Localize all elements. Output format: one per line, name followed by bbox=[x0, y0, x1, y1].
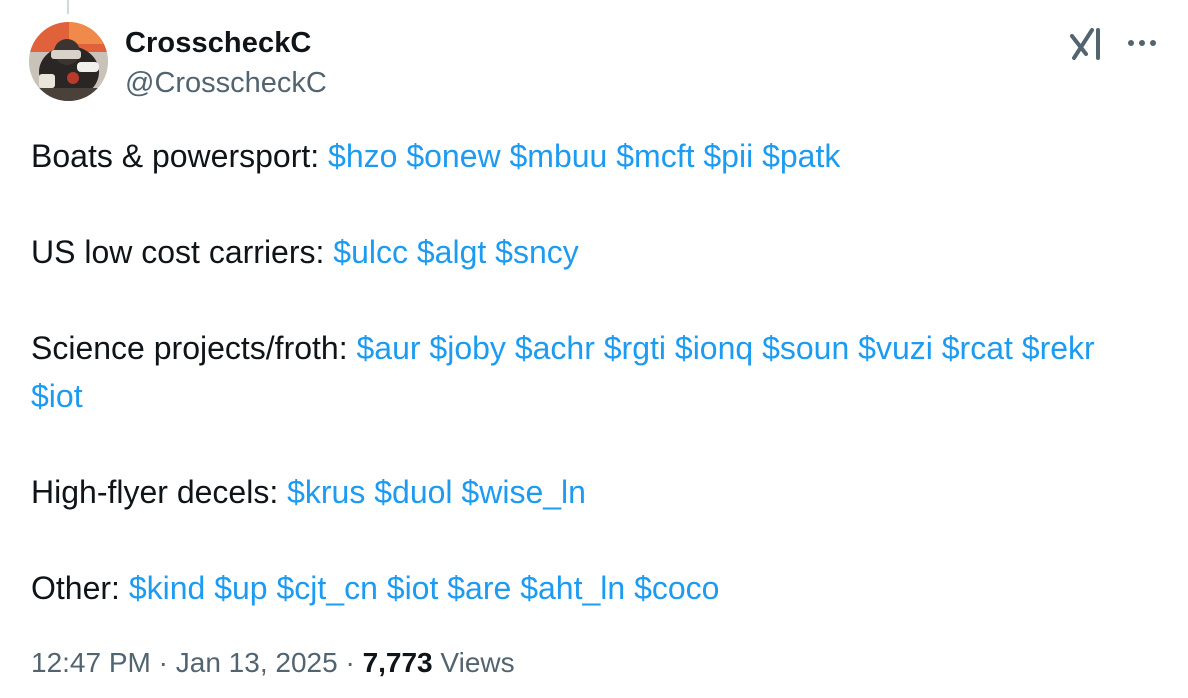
cashtag-link[interactable]: $rcat bbox=[942, 330, 1013, 366]
category-label: US low cost carriers: bbox=[31, 234, 325, 270]
cashtag-link[interactable]: $pii bbox=[703, 138, 753, 174]
cashtag-link[interactable]: $krus bbox=[287, 474, 365, 510]
more-options-icon[interactable] bbox=[1126, 30, 1158, 56]
cashtag-link[interactable]: $joby bbox=[429, 330, 506, 366]
cashtag-link[interactable]: $algt bbox=[417, 234, 486, 270]
cashtag-link[interactable]: $rekr bbox=[1022, 330, 1095, 366]
cashtag-link[interactable]: $hzo bbox=[328, 138, 397, 174]
tweet-time[interactable]: 12:47 PM bbox=[31, 647, 151, 678]
cashtag-link[interactable]: $aht_ln bbox=[520, 570, 625, 606]
cashtag-link[interactable]: $soun bbox=[762, 330, 849, 366]
cashtag-link[interactable]: $iot bbox=[31, 378, 83, 414]
views-count: 7,773 bbox=[362, 647, 433, 678]
cashtag-link[interactable]: $onew bbox=[406, 138, 500, 174]
cashtag-link[interactable]: $duol bbox=[374, 474, 452, 510]
avatar[interactable] bbox=[29, 22, 108, 101]
author-handle[interactable]: @CrosscheckC bbox=[125, 66, 327, 100]
cashtag-link[interactable]: $up bbox=[214, 570, 267, 606]
views-label: Views bbox=[440, 647, 515, 678]
cashtag-link[interactable]: $mbuu bbox=[510, 138, 608, 174]
grok-icon[interactable] bbox=[1068, 26, 1106, 62]
tweet-text: Boats & powersport: $hzo $onew $mbuu $mc… bbox=[31, 132, 1151, 612]
cashtag-link[interactable]: $rgti bbox=[604, 330, 666, 366]
author-display-name[interactable]: CrosscheckC bbox=[125, 26, 311, 60]
cashtag-link[interactable]: $aur bbox=[356, 330, 420, 366]
cashtag-link[interactable]: $ulcc bbox=[333, 234, 408, 270]
avatar-image bbox=[29, 22, 108, 101]
tweet-date[interactable]: Jan 13, 2025 bbox=[176, 647, 338, 678]
cashtag-link[interactable]: $cjt_cn bbox=[276, 570, 377, 606]
thread-connector-line bbox=[67, 0, 69, 14]
cashtag-link[interactable]: $vuzi bbox=[858, 330, 933, 366]
cashtag-link[interactable]: $ionq bbox=[675, 330, 753, 366]
category-label: Boats & powersport: bbox=[31, 138, 320, 174]
cashtag-link[interactable]: $coco bbox=[634, 570, 719, 606]
cashtag-link[interactable]: $sncy bbox=[495, 234, 579, 270]
category-label: Science projects/froth: bbox=[31, 330, 348, 366]
category-label: Other: bbox=[31, 570, 120, 606]
tweet-paragraph: US low cost carriers: $ulcc $algt $sncy bbox=[31, 228, 1151, 276]
cashtag-link[interactable]: $mcft bbox=[616, 138, 694, 174]
cashtag-link[interactable]: $achr bbox=[515, 330, 595, 366]
meta-separator: · bbox=[158, 647, 168, 678]
tweet-paragraph: Boats & powersport: $hzo $onew $mbuu $mc… bbox=[31, 132, 1151, 180]
category-label: High-flyer decels: bbox=[31, 474, 279, 510]
cashtag-link[interactable]: $patk bbox=[762, 138, 840, 174]
tweet-paragraph: High-flyer decels: $krus $duol $wise_ln bbox=[31, 468, 1151, 516]
tweet-metadata: 12:47 PM · Jan 13, 2025 · 7,773 Views bbox=[31, 645, 515, 681]
meta-separator: · bbox=[345, 647, 355, 678]
tweet-paragraph: Other: $kind $up $cjt_cn $iot $are $aht_… bbox=[31, 564, 1151, 612]
cashtag-link[interactable]: $wise_ln bbox=[461, 474, 586, 510]
cashtag-link[interactable]: $iot bbox=[387, 570, 439, 606]
cashtag-link[interactable]: $kind bbox=[129, 570, 206, 606]
cashtag-link[interactable]: $are bbox=[447, 570, 511, 606]
tweet-paragraph: Science projects/froth: $aur $joby $achr… bbox=[31, 324, 1151, 420]
